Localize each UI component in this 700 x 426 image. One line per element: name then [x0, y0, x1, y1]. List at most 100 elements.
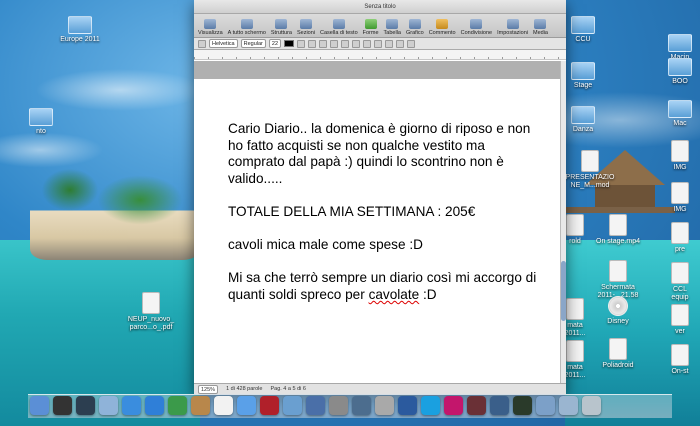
comment-icon	[436, 19, 449, 29]
dock-photo-booth-icon[interactable]	[260, 396, 279, 415]
desktop-icon-label: ver	[675, 328, 685, 335]
italic-button[interactable]	[319, 39, 328, 48]
zoom-select[interactable]: 125%	[198, 384, 219, 394]
document-canvas: Cario Diario.. la domenica è giorno di r…	[194, 61, 566, 383]
desktop-icon-boot[interactable]: BOO	[645, 58, 700, 86]
desktop-icon-ver[interactable]: ver	[645, 304, 700, 336]
desktop-icon-label: CCL equip	[671, 286, 689, 301]
toolbar-comment-button[interactable]: Commento	[429, 19, 456, 36]
sections-icon	[300, 19, 312, 29]
dock-boot-camp-icon[interactable]	[375, 396, 394, 415]
justify-button[interactable]	[374, 39, 383, 48]
columns-button[interactable]	[396, 39, 405, 48]
toolbar-shapes-button[interactable]: Forme	[363, 19, 379, 36]
paragraph: Cario Diario.. la domenica è giorno di r…	[228, 121, 531, 186]
align-left-button[interactable]	[341, 39, 350, 48]
dock-network-icon[interactable]	[490, 396, 509, 415]
dock-address-book-icon[interactable]	[191, 396, 210, 415]
toolbar-view-button[interactable]: Visualizza	[198, 19, 223, 36]
toolbar-structure-button[interactable]: Struttura	[271, 19, 292, 36]
desktop-icon-poliadroid[interactable]: Poliadroid	[583, 338, 653, 370]
dock-flash-icon[interactable]	[467, 396, 486, 415]
document-body[interactable]: Cario Diario.. la domenica è giorno di r…	[228, 121, 538, 320]
dock-app-store-icon[interactable]	[145, 396, 164, 415]
toolbar-fullscreen-button[interactable]: A tutto schermo	[228, 19, 266, 36]
desktop-icon-folder[interactable]: nto	[6, 108, 76, 136]
disc-icon	[608, 296, 628, 316]
folder-icon	[571, 106, 595, 124]
shapes-icon	[364, 19, 377, 29]
toolbar-media-button[interactable]: Media	[533, 19, 548, 36]
dock-mission-control-icon[interactable]	[76, 396, 95, 415]
dock-iphoto-icon[interactable]	[283, 396, 302, 415]
text-color-swatch[interactable]	[284, 40, 295, 47]
underline-button[interactable]	[330, 39, 339, 48]
desktop-icon-label: Stage	[573, 82, 593, 89]
align-center-button[interactable]	[352, 39, 361, 48]
desktop-icon-disney[interactable]: Disney	[583, 296, 653, 326]
dock-activity-monitor-icon[interactable]	[513, 396, 532, 415]
dock-skype-icon[interactable]	[421, 396, 440, 415]
desktop-icon-img-1[interactable]: IMG	[645, 140, 700, 172]
styles-drawer-button[interactable]	[198, 39, 206, 48]
toolbar-chart-button[interactable]: Grafico	[406, 19, 424, 36]
toolbar-inspector-button[interactable]: Impostazioni	[497, 19, 528, 36]
dock-indesign-icon[interactable]	[444, 396, 463, 415]
desktop-icon-label: nto	[36, 128, 46, 135]
dock-facetime-icon[interactable]	[168, 396, 187, 415]
desktop-icon-label: On stage.mp4	[596, 238, 640, 245]
doc-icon	[566, 298, 584, 320]
pages-window: Senza titolo Visualizza A tutto schermo …	[194, 0, 566, 394]
desktop-icon-label: CCU	[575, 36, 591, 43]
font-size-select[interactable]: 22	[268, 39, 282, 48]
desktop-icon-on-st[interactable]: On-st	[645, 344, 700, 376]
desktop-icon-label: PRESENTAZIO NE_M...mod	[565, 174, 615, 189]
desktop-icon-ccl[interactable]: CCL equip	[645, 262, 700, 302]
line-spacing-button[interactable]	[385, 39, 394, 48]
list-button[interactable]	[407, 39, 416, 48]
toolbar-share-button[interactable]: Condivisione	[461, 19, 492, 36]
font-style-select[interactable]: Regular	[240, 39, 266, 48]
document-page[interactable]: Cario Diario.. la domenica è giorno di r…	[194, 79, 560, 383]
dock-dashboard-icon[interactable]	[53, 396, 72, 415]
desktop-icon-img-2[interactable]: IMG	[645, 182, 700, 214]
status-bar: 125% 1 di 428 parole Pag. 4 a 5 di 6	[194, 383, 566, 394]
toolbar-table-button[interactable]: Tabella	[384, 19, 401, 36]
dock-downloads-icon[interactable]	[536, 396, 555, 415]
desktop-icon-on-stage[interactable]: On stage.mp4	[583, 214, 653, 246]
doc-icon	[609, 338, 627, 360]
scroll-thumb[interactable]	[561, 261, 566, 321]
dock-trash-icon[interactable]	[582, 396, 601, 415]
desktop-icon-label: On-st	[671, 368, 689, 375]
window-titlebar[interactable]: Senza titolo	[194, 0, 566, 14]
dock-preview-icon[interactable]	[99, 396, 118, 415]
dock-documents-icon[interactable]	[559, 396, 578, 415]
dock-time-machine-icon[interactable]	[352, 396, 371, 415]
align-right-button[interactable]	[363, 39, 372, 48]
desktop-icon-mac[interactable]: Mac	[645, 100, 700, 128]
desktop-icon-pre[interactable]: pre	[645, 222, 700, 254]
dock-safari-icon[interactable]	[122, 396, 141, 415]
desktop-icon-pdf[interactable]: NEUP_nuovo_ parco...o_.pdf	[116, 292, 186, 332]
dock-itunes-icon[interactable]	[237, 396, 256, 415]
dock-finder-icon[interactable]	[30, 396, 49, 415]
chart-icon	[408, 19, 421, 29]
desktop-icon-label: NEUP_nuovo_ parco...o_.pdf	[127, 316, 175, 331]
bold-button[interactable]	[308, 39, 317, 48]
desktop-icon-europe-2011[interactable]: Europe 2011	[45, 16, 115, 44]
vertical-scrollbar[interactable]	[560, 61, 566, 383]
dock-system-preferences-icon[interactable]	[329, 396, 348, 415]
font-family-select[interactable]: Helvetica	[209, 39, 238, 48]
video-icon	[609, 214, 627, 236]
doc-icon	[566, 340, 584, 362]
toolbar-sections-button[interactable]: Sezioni	[297, 19, 315, 36]
horizontal-ruler[interactable]	[194, 50, 566, 60]
dock	[30, 396, 601, 415]
desktop-icon-schermata[interactable]: Schermata 2011-...21.58	[583, 260, 653, 300]
folder-icon	[571, 62, 595, 80]
dock-ical-icon[interactable]	[214, 396, 233, 415]
toolbar-textbox-button[interactable]: Casella di testo	[320, 19, 358, 36]
dock-keynote-icon[interactable]	[306, 396, 325, 415]
dock-photoshop-icon[interactable]	[398, 396, 417, 415]
highlight-color-button[interactable]	[297, 39, 306, 48]
